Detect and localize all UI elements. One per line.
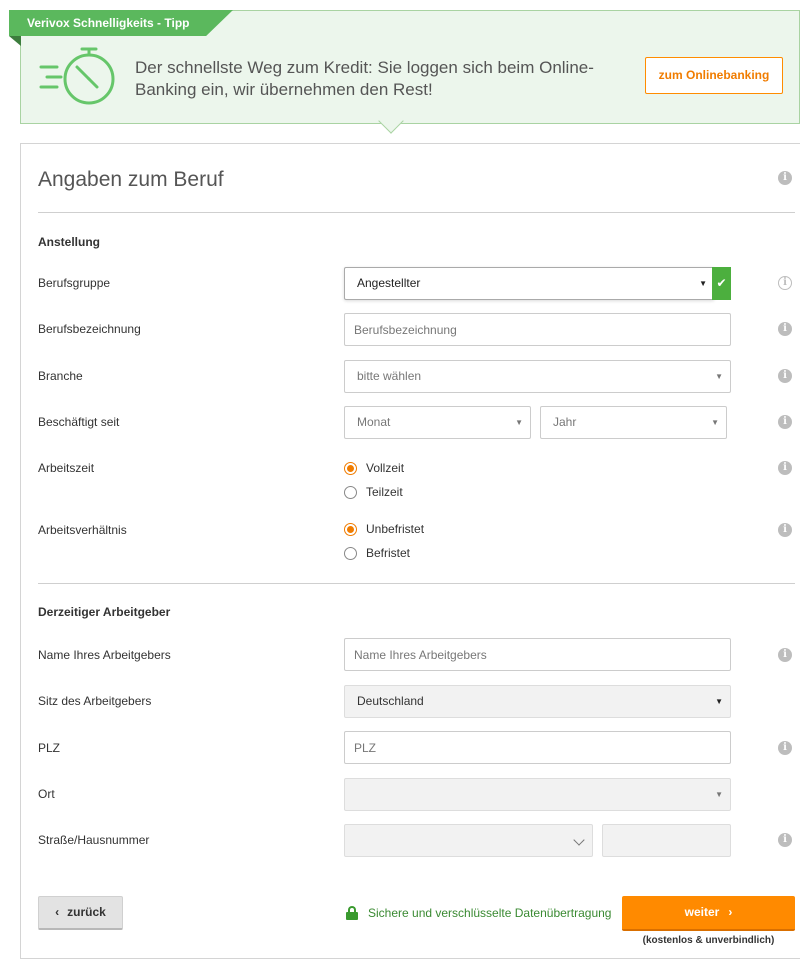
secure-text: Sichere und verschlüsselte Datenübertrag… [368,906,612,920]
plz-label: PLZ [38,741,61,755]
divider [38,212,795,213]
section-title-employment: Anstellung [38,235,100,249]
info-icon[interactable]: i [778,461,792,475]
checkmark-icon: ✔ [712,267,731,300]
arbeitszeit-label: Arbeitszeit [38,461,95,475]
arbeitgeber-name-label: Name Ihres Arbeitgebers [38,648,171,662]
berufsgruppe-label: Berufsgruppe [38,276,111,290]
info-icon[interactable]: i [778,833,792,847]
next-button-label: weiter [684,905,720,919]
beschaeftigt-seit-label: Beschäftigt seit [38,415,120,429]
dropdown-arrow-icon: ▼ [711,418,719,427]
beschaeftigt-month-select[interactable]: Monat ▼ [344,406,531,439]
section-title-employer: Derzeitiger Arbeitgeber [38,605,171,619]
branche-select[interactable]: bitte wählen ▼ [344,360,731,393]
chevron-right-icon: › [728,905,733,919]
info-icon[interactable]: i [778,741,792,755]
beschaeftigt-year-select[interactable]: Jahr ▼ [540,406,727,439]
chevron-left-icon: ‹ [55,905,60,919]
radio-unbefristet[interactable]: Unbefristet [344,522,424,536]
dropdown-arrow-icon: ▼ [699,279,707,288]
info-icon[interactable]: i [778,648,792,662]
tip-ribbon: Verivox Schnelligkeits - Tipp [9,10,233,36]
speed-tip-banner: Verivox Schnelligkeits - Tipp Der schnel… [9,10,800,124]
plz-field[interactable] [344,731,731,764]
berufsbezeichnung-label: Berufsbezeichnung [38,322,141,336]
radio-label: Teilzeit [366,485,403,499]
dropdown-arrow-icon: ▼ [715,697,723,706]
berufsgruppe-select[interactable]: Angestellter ▼ ✔ [344,267,731,300]
strasse-select[interactable] [344,824,593,857]
ort-select[interactable]: ▼ [344,778,731,811]
radio-label: Vollzeit [366,461,405,475]
radio-befristet[interactable]: Befristet [344,546,410,560]
tip-text: Der schnellste Weg zum Kredit: Sie logge… [135,58,594,99]
branche-value: bitte wählen [357,369,422,383]
hausnummer-field[interactable] [602,824,731,857]
back-button-label: zurück [67,905,106,919]
tip-ribbon-fold [9,36,21,46]
arbeitgeber-sitz-select[interactable]: Deutschland ▼ [344,685,731,718]
branche-label: Branche [38,369,83,383]
radio-teilzeit[interactable]: Teilzeit [344,485,403,499]
back-button[interactable]: ‹ zurück [38,896,123,930]
chevron-down-icon [573,834,585,846]
berufsbezeichnung-field[interactable] [344,313,731,346]
radio-button[interactable] [344,461,357,475]
radio-label: Befristet [366,546,411,560]
info-icon[interactable]: i [778,415,792,429]
radio-vollzeit[interactable]: Vollzeit [344,461,404,475]
arbeitsverhaeltnis-label: Arbeitsverhältnis [38,523,127,537]
radio-button[interactable] [344,522,357,536]
dropdown-arrow-icon: ▼ [715,790,723,799]
dropdown-arrow-icon: ▼ [515,418,523,427]
plz-input[interactable] [354,732,727,763]
next-button-note: (kostenlos & unverbindlich) [642,935,775,946]
berufsgruppe-value: Angestellter [357,276,421,290]
employment-form-card: Angaben zum Beruf i Anstellung Berufsgru… [20,143,800,959]
berufsbezeichnung-input[interactable] [354,314,727,345]
month-value: Monat [357,415,391,429]
arbeitgeber-sitz-label: Sitz des Arbeitgebers [38,694,152,708]
info-icon[interactable]: i [778,322,792,336]
year-value: Jahr [553,415,577,429]
next-button[interactable]: weiter › [622,896,795,931]
divider [38,583,795,584]
dropdown-arrow-icon: ▼ [715,372,723,381]
strasse-label: Straße/Hausnummer [38,833,150,847]
ort-label: Ort [38,787,55,801]
info-icon[interactable]: i [778,171,792,185]
radio-button[interactable] [344,546,357,560]
secure-transfer-note: Sichere und verschlüsselte Datenübertrag… [346,906,611,920]
lock-icon [346,906,358,920]
online-banking-button[interactable]: zum Onlinebanking [645,57,783,94]
info-icon[interactable]: i [778,276,792,290]
stopwatch-icon [39,47,115,105]
info-icon[interactable]: i [778,523,792,537]
page-title: Angaben zum Beruf [38,168,224,191]
arbeitgeber-name-field[interactable] [344,638,731,671]
arbeitgeber-name-input[interactable] [354,639,727,670]
sitz-value: Deutschland [357,694,424,708]
info-icon[interactable]: i [778,369,792,383]
radio-label: Unbefristet [366,522,425,536]
radio-button[interactable] [344,485,357,499]
